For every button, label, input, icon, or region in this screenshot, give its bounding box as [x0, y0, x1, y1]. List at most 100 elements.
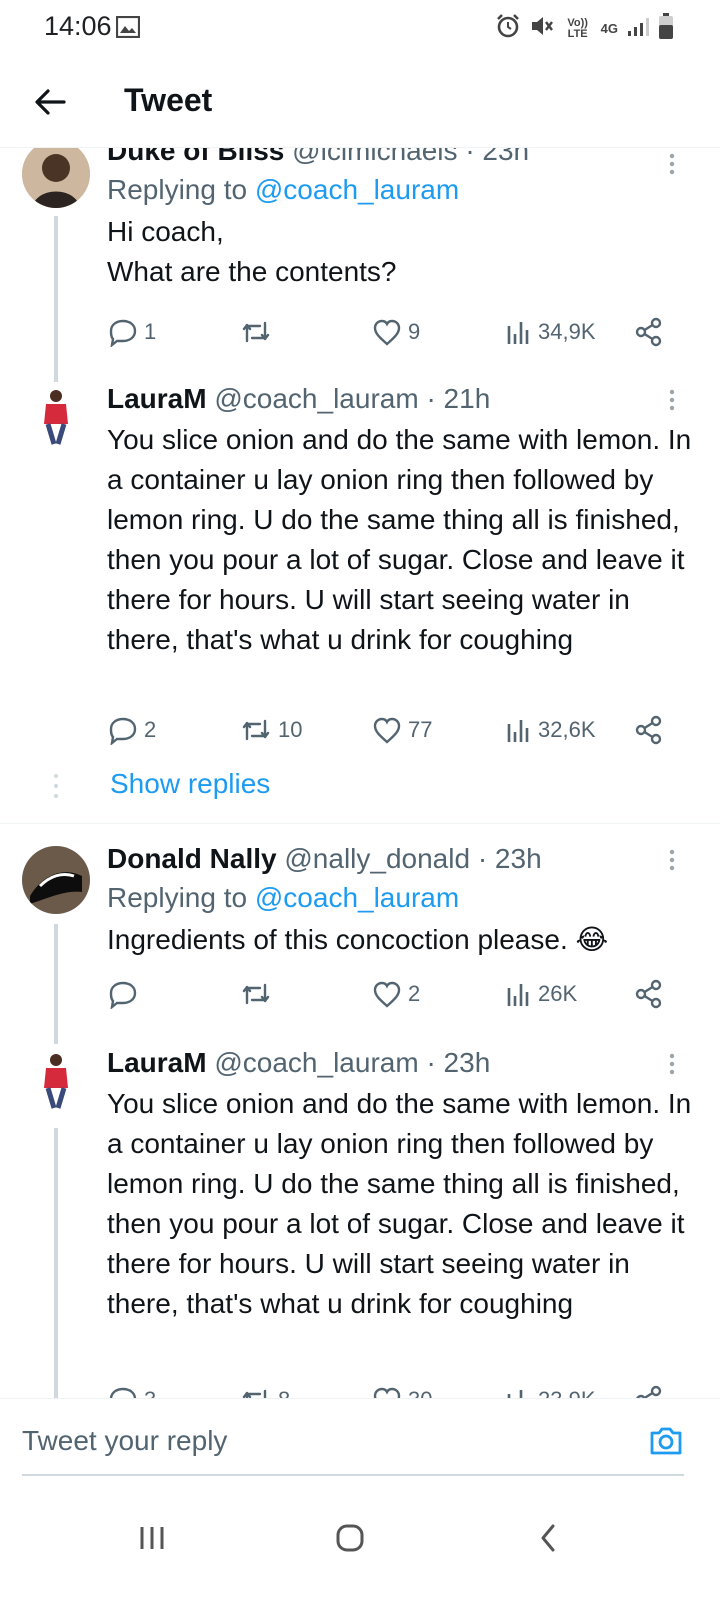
back-icon [541, 1524, 555, 1552]
system-nav-bar [0, 1480, 720, 1600]
camera-button[interactable] [648, 1425, 684, 1462]
signal-icon [626, 14, 650, 43]
retweet-button[interactable]: 10 [240, 712, 302, 748]
mute-icon [529, 13, 555, 44]
nav-back-button[interactable] [518, 1508, 578, 1568]
retweet-icon [242, 321, 270, 343]
display-name[interactable]: LauraM [107, 383, 207, 414]
tweet-reply[interactable]: LauraM @coach_lauram · 21h You slice oni… [0, 382, 720, 745]
views-icon [507, 720, 529, 742]
tweet-reply[interactable]: LauraM @coach_lauram · 23h You slice oni… [0, 1046, 720, 1398]
more-options-icon[interactable] [668, 848, 676, 877]
display-name[interactable]: Duke of Bliss [107, 148, 284, 166]
view-count: 32,6K [538, 717, 596, 742]
user-handle[interactable]: @nally_donald [284, 843, 470, 874]
share-button[interactable] [634, 712, 664, 748]
thread-dotted-line [53, 768, 59, 808]
home-button[interactable] [320, 1508, 380, 1568]
tweet-reply[interactable]: Duke of Bliss @lclmichaels · 23h Replyin… [0, 148, 720, 396]
divider [0, 823, 720, 824]
mention-link[interactable]: @coach_lauram [255, 882, 459, 913]
tweet-text: Ingredients of this concoction please. 😂 [107, 924, 609, 955]
more-options-icon[interactable] [668, 1052, 676, 1081]
reply-icon [109, 717, 137, 745]
retweet-button[interactable] [240, 976, 278, 1012]
reply-button[interactable]: 2 [108, 712, 156, 748]
views-button[interactable]: 34,9K [506, 314, 596, 350]
heart-icon [373, 717, 401, 744]
reply-button[interactable] [108, 976, 144, 1012]
like-count: 77 [408, 717, 433, 742]
tweet-content: LauraM @coach_lauram · 21h You slice oni… [107, 382, 697, 660]
user-handle[interactable]: @coach_lauram [214, 383, 418, 414]
retweet-button[interactable]: 8 [240, 1382, 290, 1398]
recent-apps-button[interactable] [122, 1508, 182, 1568]
reply-button[interactable]: 3 [108, 1382, 156, 1398]
like-button[interactable]: 77 [372, 712, 432, 748]
reply-input[interactable]: Tweet your reply [22, 1425, 227, 1457]
thread-line [54, 216, 58, 396]
page-title: Tweet [124, 82, 213, 118]
tweet-content: Duke of Bliss @lclmichaels · 23h Replyin… [107, 148, 697, 292]
avatar[interactable] [22, 1046, 90, 1114]
gallery-icon [115, 15, 141, 43]
mention-link[interactable]: @coach_lauram [255, 174, 459, 205]
views-button[interactable]: 23,9K [506, 1382, 596, 1398]
tweet-timeline[interactable]: Duke of Bliss @lclmichaels · 23h Replyin… [0, 148, 720, 1398]
status-time: 14:06 [44, 11, 112, 41]
back-button[interactable] [28, 80, 72, 124]
tweet-header: Duke of Bliss @lclmichaels · 23h [107, 148, 697, 168]
like-button[interactable]: 9 [372, 314, 420, 350]
user-handle[interactable]: @lclmichaels [292, 148, 457, 166]
like-button[interactable]: 30 [372, 1382, 432, 1398]
avatar[interactable] [22, 148, 90, 208]
display-name[interactable]: Donald Nally [107, 843, 277, 874]
more-options-icon[interactable] [668, 388, 676, 417]
tweet-time: · 23h [477, 843, 542, 874]
reply-button[interactable]: 1 [108, 314, 156, 350]
camera-icon [650, 1427, 682, 1455]
show-replies-link[interactable]: Show replies [110, 768, 270, 800]
user-handle[interactable]: @coach_lauram [214, 1047, 418, 1078]
reply-count: 3 [144, 1387, 156, 1398]
views-button[interactable]: 26K [506, 976, 577, 1012]
reply-icon [109, 1387, 137, 1398]
reply-composer: Tweet your reply [0, 1398, 720, 1478]
arrow-left-icon [35, 89, 66, 115]
home-icon [336, 1524, 364, 1552]
share-button[interactable] [634, 976, 664, 1012]
share-icon [635, 979, 662, 1009]
like-count: 2 [408, 981, 421, 1006]
tweet-text: You slice onion and do the same with lem… [107, 1088, 692, 1319]
views-icon [507, 984, 529, 1006]
tweet-time: · 21h [426, 383, 491, 414]
retweet-icon [242, 719, 270, 741]
like-button[interactable]: 2 [372, 976, 420, 1012]
share-button[interactable] [634, 314, 664, 350]
4g-icon: 4G [600, 21, 618, 36]
thread-line [54, 1128, 58, 1398]
tweet-content: Donald Nally @nally_donald · 23h Replyin… [107, 842, 697, 960]
tweet-text: You slice onion and do the same with lem… [107, 424, 692, 655]
heart-icon [373, 1387, 401, 1398]
tweet-header: LauraM @coach_lauram · 21h [107, 382, 697, 416]
replying-to: Replying to @coach_lauram [107, 174, 460, 205]
replying-to: Replying to @coach_lauram [107, 882, 460, 913]
status-bar: 14:06 Vo)) LTE 4G [0, 0, 720, 56]
avatar[interactable] [22, 846, 90, 914]
avatar[interactable] [22, 382, 90, 450]
retweet-icon [242, 983, 270, 1005]
tweet-time: · 23h [465, 148, 530, 166]
views-icon [507, 322, 529, 344]
share-button[interactable] [634, 1382, 664, 1398]
tweet-reply[interactable]: Donald Nally @nally_donald · 23h Replyin… [0, 842, 720, 1044]
views-button[interactable]: 32,6K [506, 712, 596, 748]
reply-count: 1 [144, 319, 157, 344]
heart-icon [373, 981, 401, 1008]
view-count: 23,9K [538, 1387, 596, 1398]
more-options-icon[interactable] [668, 152, 676, 181]
display-name[interactable]: LauraM [107, 1047, 207, 1078]
retweet-button[interactable] [240, 314, 278, 350]
view-count: 26K [538, 981, 578, 1006]
tweet-actions: 2 10 77 32,6K [0, 712, 720, 748]
